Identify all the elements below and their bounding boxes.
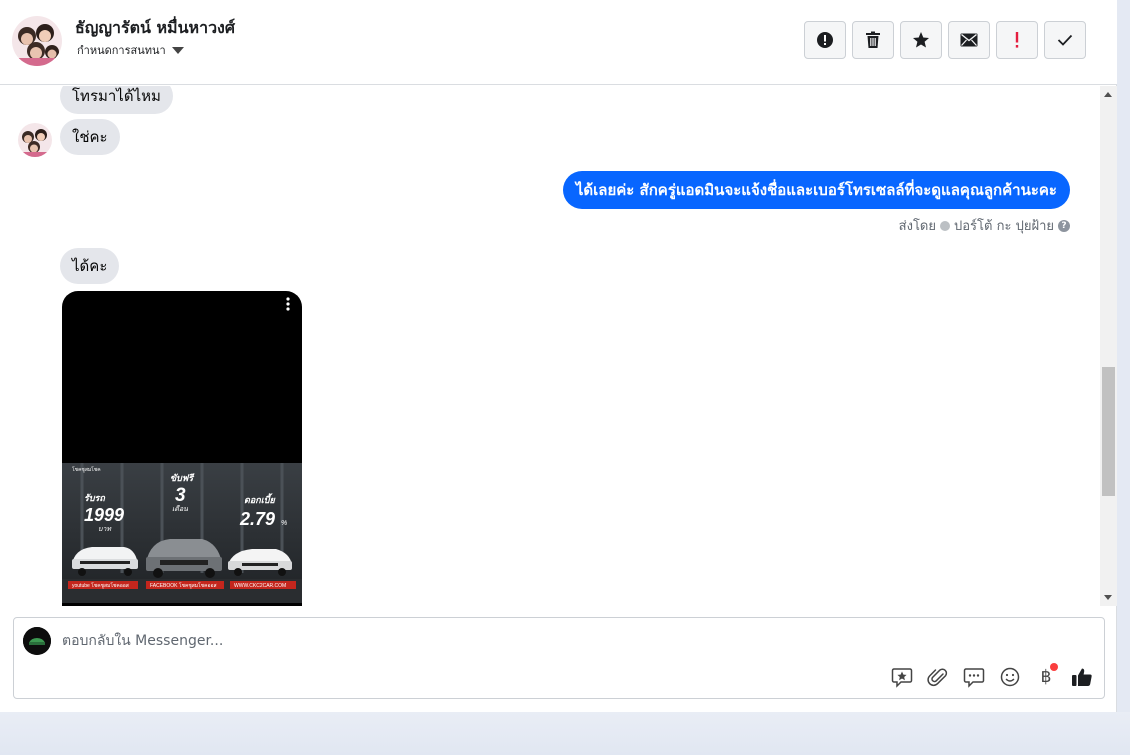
promo-col2-unit: เดือน: [172, 505, 188, 513]
background-strip: [0, 712, 1130, 755]
thumbs-up-icon: [1072, 668, 1092, 686]
follow-up-button[interactable]: [996, 21, 1038, 59]
message-bubble-incoming: ใช่คะ: [60, 119, 120, 155]
message-thread[interactable]: โทรมาได้ไหม ใช่คะ ได้เลยค่ะ สักครู่แอดมิ…: [0, 86, 1100, 606]
conversation-header: ธัญญารัตน์ หมื่นหาวงศ์ กำหนดการสนทนา: [0, 0, 1117, 85]
chat-button[interactable]: [962, 665, 986, 689]
chat-bubbles-icon: [963, 668, 985, 688]
sender-name: ปอร์โต้ กะ ปุยฝ้าย: [954, 219, 1054, 234]
help-icon[interactable]: ?: [1058, 219, 1070, 232]
scroll-down-arrow-icon[interactable]: [1104, 595, 1112, 600]
sender-avatar-icon: [940, 220, 950, 231]
header-actions: [804, 21, 1086, 59]
promo-col1-label: รับรถ: [84, 493, 105, 503]
promo-col3-unit: %: [281, 520, 287, 527]
contact-avatar-small: [18, 123, 52, 157]
scrollbar-thumb[interactable]: [1102, 367, 1115, 496]
more-options-icon[interactable]: [286, 297, 290, 311]
shared-media-attachment[interactable]: โชคชูสมโชค รับรถ 1999 บาท ขับฟรี 3 เดือน…: [62, 291, 302, 606]
promo-col3-label: ดอกเบี้ย: [244, 493, 276, 505]
reply-input[interactable]: [62, 628, 762, 654]
payment-button[interactable]: ฿: [1034, 663, 1058, 689]
attach-button[interactable]: [926, 665, 950, 689]
promo-col1-value: 1999: [84, 505, 124, 525]
page-avatar: [23, 627, 51, 655]
composer-tools: ฿: [890, 663, 1094, 689]
assign-label: กำหนดการสนทนา: [77, 44, 166, 57]
promo-brand: โชคชูสมโชค: [72, 466, 101, 473]
paperclip-icon: [927, 668, 948, 687]
delete-button[interactable]: [852, 21, 894, 59]
star-button[interactable]: [900, 21, 942, 59]
assign-conversation-dropdown[interactable]: กำหนดการสนทนา: [77, 41, 184, 59]
contact-avatar[interactable]: [12, 16, 62, 66]
envelope-icon: [960, 33, 978, 47]
saved-reply-button[interactable]: [890, 665, 914, 689]
checkmark-icon: [1057, 34, 1073, 46]
done-button[interactable]: [1044, 21, 1086, 59]
promo-footer-1: youtube โชคชูสมโชคออส: [72, 582, 129, 589]
chevron-down-icon: [171, 47, 184, 54]
contact-name[interactable]: ธัญญารัตน์ หมื่นหาวงศ์: [75, 16, 235, 41]
sent-by-label: ส่งโดย: [898, 219, 936, 234]
emoji-icon: [1000, 667, 1020, 687]
reply-composer: ฿: [13, 617, 1105, 699]
star-icon: [913, 32, 929, 48]
promo-col2-value: 3: [175, 485, 186, 506]
sent-by-row: ส่งโดย ปอร์โต้ กะ ปุยฝ้าย ?: [899, 215, 1070, 236]
mark-unread-button[interactable]: [948, 21, 990, 59]
thread-scrollbar[interactable]: [1100, 86, 1117, 606]
message-bubble-outgoing: ได้เลยค่ะ สักครู่แอดมินจะแจ้งชื่อและเบอร…: [562, 171, 1070, 209]
car-promo-image: โชคชูสมโชค รับรถ 1999 บาท ขับฟรี 3 เดือน…: [62, 463, 302, 603]
alert-circle-icon: [817, 32, 833, 48]
promo-col2-label: ขับฟรี: [170, 473, 195, 483]
promo-footer-3: WWW.CKC2CAR.COM: [234, 583, 286, 589]
saved-reply-icon: [891, 668, 913, 688]
promo-col3-value: 2.79: [239, 509, 275, 529]
message-bubble-incoming: ได้คะ: [60, 248, 120, 284]
notification-dot: [1050, 663, 1058, 671]
trash-icon: [866, 31, 880, 48]
scroll-up-arrow-icon[interactable]: [1104, 92, 1112, 97]
promo-col1-unit: บาท: [98, 526, 112, 533]
promo-footer-2: FACEBOOK โชคชูสมโชคออส: [150, 582, 217, 589]
message-bubble-incoming: โทรมาได้ไหม: [60, 86, 173, 114]
like-button[interactable]: [1070, 665, 1094, 689]
emoji-button[interactable]: [998, 665, 1022, 689]
report-button[interactable]: [804, 21, 846, 59]
baht-icon: ฿: [1040, 667, 1052, 687]
exclamation-icon: [1015, 32, 1019, 48]
